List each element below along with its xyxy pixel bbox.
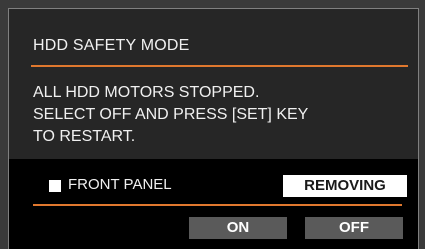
off-button[interactable]: OFF [305, 217, 403, 239]
title-divider [31, 65, 408, 67]
hdd-safety-dialog: HDD SAFETY MODE ALL HDD MOTORS STOPPED. … [8, 8, 419, 249]
panel-divider [33, 204, 402, 206]
message-line: SELECT OFF AND PRESS [SET] KEY [33, 106, 309, 123]
front-panel-square-icon [49, 180, 61, 192]
on-button[interactable]: ON [189, 217, 287, 239]
message-line: TO RESTART. [33, 128, 136, 145]
message-line: ALL HDD MOTORS STOPPED. [33, 84, 260, 101]
dialog-message: ALL HDD MOTORS STOPPED. SELECT OFF AND P… [33, 82, 403, 148]
front-panel-label: FRONT PANEL [68, 176, 172, 193]
dialog-title: HDD SAFETY MODE [33, 37, 190, 54]
front-panel-status-badge: REMOVING [283, 175, 407, 197]
front-panel-section: FRONT PANEL REMOVING ON OFF [9, 159, 418, 249]
